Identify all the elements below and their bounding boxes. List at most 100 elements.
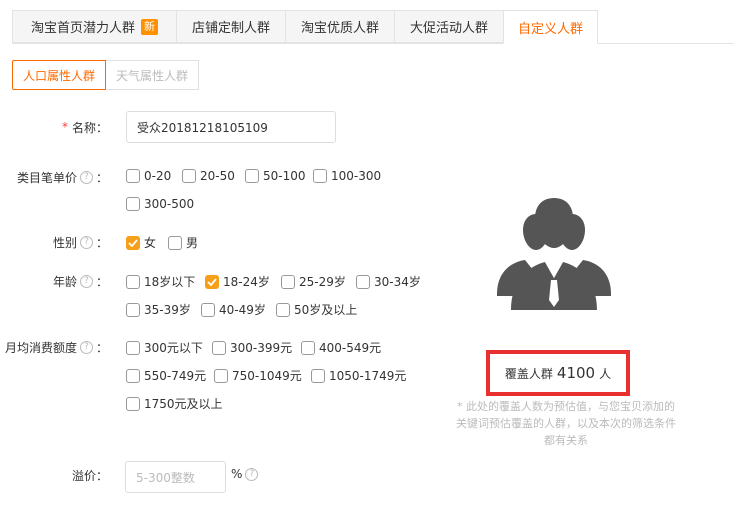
option-label: 750-1049元	[232, 369, 302, 383]
age-option[interactable]: 18岁以下	[126, 273, 195, 290]
tab-promotion[interactable]: 大促活动人群	[394, 10, 503, 43]
subtab-demographic[interactable]: 人口属性人群	[12, 60, 107, 90]
option-label: 100-300	[331, 169, 382, 183]
price-label: 类目笔单价	[16, 170, 77, 185]
checkbox[interactable]	[126, 368, 140, 383]
checkbox[interactable]	[301, 340, 315, 355]
option-label: 25-29岁	[299, 275, 346, 289]
age-option[interactable]: 35-39岁	[126, 301, 191, 318]
age-label: 年龄	[52, 274, 77, 289]
label-colon: ：	[95, 274, 108, 289]
option-label: 20-50	[200, 169, 235, 183]
checkbox[interactable]	[126, 235, 140, 250]
checkmark-icon	[207, 277, 217, 286]
checkbox[interactable]	[276, 302, 290, 317]
label-colon: ：	[95, 235, 108, 250]
tab-label: 大促活动人群	[409, 21, 488, 36]
note-line: * 此处的覆盖人数为预估值，与您宝贝添加的	[457, 400, 675, 413]
option-label: 50岁及以上	[294, 303, 358, 317]
age-option[interactable]: 25-29岁	[281, 273, 346, 290]
price-option[interactable]: 100-300	[313, 169, 381, 183]
user-group-icon	[497, 198, 611, 310]
option-label: 300-500	[144, 197, 195, 211]
tab-quality[interactable]: 淘宝优质人群	[285, 10, 394, 43]
gender-option-female[interactable]: 女	[126, 234, 156, 251]
checkbox[interactable]	[168, 235, 182, 250]
spend-option[interactable]: 1050-1749元	[311, 367, 406, 384]
price-option[interactable]: 300-500	[126, 197, 194, 211]
age-option[interactable]: 40-49岁	[201, 301, 266, 318]
checkbox[interactable]	[126, 340, 140, 355]
option-label: 18岁以下	[144, 275, 196, 289]
option-label: 50-100	[263, 169, 306, 183]
question-circle-icon[interactable]: ?	[79, 170, 93, 184]
tab-custom[interactable]: 自定义人群	[503, 10, 598, 44]
age-label-row: 年龄 ? ：	[53, 273, 108, 289]
checkbox[interactable]	[311, 368, 325, 383]
note-line: 都有关系	[544, 434, 588, 447]
checkbox[interactable]	[126, 169, 140, 183]
price-option[interactable]: 0-20	[126, 169, 171, 183]
checkbox[interactable]	[126, 302, 140, 317]
option-label: 1750元及以上	[144, 397, 223, 411]
option-label: 300-399元	[230, 341, 293, 355]
checkbox[interactable]	[126, 396, 140, 411]
checkbox[interactable]	[201, 302, 215, 317]
tab-label: 自定义人群	[517, 21, 583, 37]
tab-label: 淘宝优质人群	[300, 21, 379, 36]
spend-label: 月均消费额度	[4, 340, 77, 355]
option-label: 0-20	[144, 169, 172, 183]
coverage-highlight: 覆盖人群 4100 人	[486, 350, 630, 396]
price-option[interactable]: 20-50	[182, 169, 235, 183]
option-label: 男	[186, 236, 199, 250]
spend-option[interactable]: 550-749元	[126, 367, 206, 384]
label-colon: ：	[95, 340, 108, 355]
coverage-unit: 人	[599, 366, 612, 381]
name-label: 名称：	[71, 120, 108, 135]
option-label: 400-549元	[319, 341, 382, 355]
question-circle-icon[interactable]: ?	[79, 340, 93, 354]
price-option[interactable]: 50-100	[245, 169, 306, 183]
checkbox[interactable]	[356, 274, 370, 289]
spend-option[interactable]: 750-1049元	[214, 367, 302, 384]
coverage-label: 覆盖人群	[504, 366, 553, 381]
checkbox[interactable]	[212, 340, 226, 355]
name-input[interactable]: 受众20181218105109	[126, 111, 336, 143]
question-circle-icon[interactable]: ?	[79, 235, 93, 249]
tab-shop-custom[interactable]: 店铺定制人群	[176, 10, 285, 43]
premium-label-row: 溢价：	[72, 467, 108, 483]
spend-option[interactable]: 300元以下	[126, 339, 203, 356]
question-circle-icon[interactable]: ?	[245, 467, 259, 481]
subtab-bar: 人口属性人群 天气属性人群	[12, 60, 200, 90]
checkbox[interactable]	[126, 197, 140, 211]
age-option[interactable]: 30-34岁	[356, 273, 421, 290]
label-colon: ：	[95, 170, 108, 185]
spend-label-row: 月均消费额度 ? ：	[5, 339, 108, 355]
option-label: 1050-1749元	[329, 369, 407, 383]
new-badge: 新	[141, 18, 158, 35]
spend-option[interactable]: 300-399元	[212, 339, 292, 356]
age-option[interactable]: 50岁及以上	[276, 301, 357, 318]
spend-option[interactable]: 400-549元	[301, 339, 381, 356]
premium-unit-row: % ?	[231, 467, 261, 481]
checkbox[interactable]	[281, 274, 295, 289]
percent-unit: %	[231, 467, 243, 481]
tab-homepage-potential[interactable]: 淘宝首页潜力人群 新	[12, 10, 176, 43]
tab-label: 淘宝首页潜力人群	[30, 21, 135, 36]
checkbox[interactable]	[245, 169, 259, 183]
question-circle-icon[interactable]: ?	[79, 274, 93, 288]
checkbox[interactable]	[313, 169, 327, 183]
premium-input[interactable]: 5-300整数	[125, 461, 226, 493]
gender-label: 性别	[52, 235, 77, 250]
coverage-count: 4100	[556, 364, 596, 382]
spend-option[interactable]: 1750元及以上	[126, 395, 223, 412]
option-label: 40-49岁	[219, 303, 266, 317]
subtab-weather[interactable]: 天气属性人群	[106, 60, 200, 90]
premium-label: 溢价：	[71, 468, 108, 483]
checkbox[interactable]	[182, 169, 196, 183]
checkbox[interactable]	[205, 274, 219, 289]
gender-option-male[interactable]: 男	[168, 234, 198, 251]
checkbox[interactable]	[126, 274, 140, 289]
age-option[interactable]: 18-24岁	[205, 273, 270, 290]
checkbox[interactable]	[214, 368, 228, 383]
